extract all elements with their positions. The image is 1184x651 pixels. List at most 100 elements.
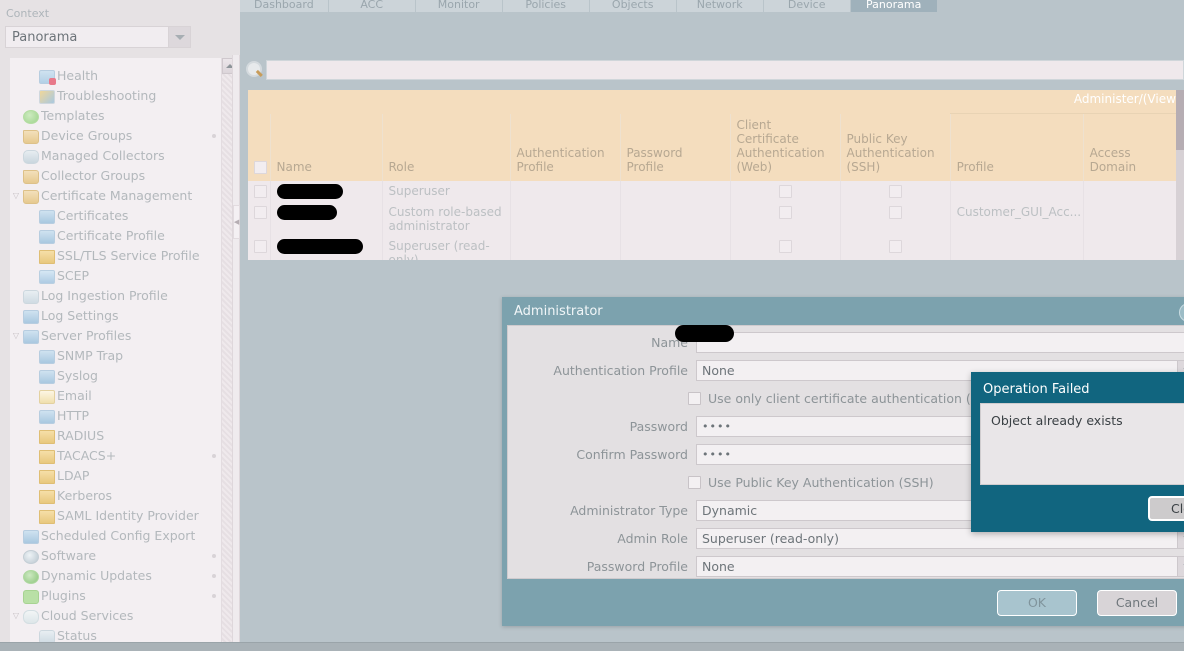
sidebar-item-certificate-profile[interactable]: Certificate Profile xyxy=(10,226,222,246)
collapse-handle-icon[interactable]: ◀ xyxy=(233,205,240,239)
sidebar-item-troubleshooting[interactable]: Troubleshooting xyxy=(10,86,222,106)
cell-access-domain xyxy=(1083,235,1184,260)
sidebar-tree: Health Troubleshooting Templates Device Gro… xyxy=(10,58,238,643)
column-header-client-certificate-authentication-web-[interactable]: Client Certificate Authentication (Web) xyxy=(730,113,841,181)
sidebar-item-saml-identity-provider[interactable]: SAML Identity Provider xyxy=(10,506,222,526)
sidebar-item-label: Log Ingestion Profile xyxy=(41,288,168,303)
tab-network[interactable]: Network xyxy=(676,0,764,12)
close-button[interactable]: Close xyxy=(1148,496,1184,521)
sidebar-item-label: TACACS+ xyxy=(57,448,117,463)
sidebar-item-software[interactable]: Software xyxy=(10,546,222,566)
select-all-checkbox[interactable] xyxy=(254,160,267,174)
chevron-down-icon[interactable] xyxy=(168,27,190,47)
sidebar-item-label: Plugins xyxy=(41,588,86,603)
public-key-auth-checkbox[interactable] xyxy=(688,475,701,489)
cell-public-key-authentication-checkbox[interactable] xyxy=(888,184,902,198)
sidebar-item-label: Email xyxy=(57,388,92,403)
twisty-icon[interactable]: ▽ xyxy=(10,186,22,206)
sidebar-item-collector-groups[interactable]: Collector Groups xyxy=(10,166,222,186)
cell-client-certificate-authentication-checkbox[interactable] xyxy=(778,239,792,253)
sidebar-item-certificate-management[interactable]: ▽ Certificate Management xyxy=(10,186,222,206)
sidebar-item-syslog[interactable]: Syslog xyxy=(10,366,222,386)
sidebar-item-http[interactable]: HTTP xyxy=(10,406,222,426)
sidebar-item-label: HTTP xyxy=(57,408,89,423)
context-dropdown[interactable]: Panorama xyxy=(5,26,191,48)
sidebar-item-scheduled-config-export[interactable]: Scheduled Config Export xyxy=(10,526,222,546)
column-header-profile[interactable]: Profile xyxy=(950,113,1084,181)
health-icon xyxy=(38,69,56,85)
ok-button[interactable]: OK xyxy=(997,590,1077,616)
sidebar-item-status[interactable]: Status xyxy=(10,626,222,643)
sidebar-item-ldap[interactable]: LDAP xyxy=(10,466,222,486)
sidebar-item-device-groups[interactable]: Device Groups xyxy=(10,126,222,146)
table-row[interactable]: Superuser xyxy=(248,180,1184,202)
cell-access-domain xyxy=(1083,201,1184,236)
cell-public-key-authentication xyxy=(840,180,951,202)
row-checkbox[interactable] xyxy=(254,184,267,198)
sidebar-item-tacacs-[interactable]: TACACS+ xyxy=(10,446,222,466)
sidebar-item-ssl-tls-service-profile[interactable]: SSL/TLS Service Profile xyxy=(10,246,222,266)
cell-public-key-authentication-checkbox[interactable] xyxy=(888,239,902,253)
tab-dashboard[interactable]: Dashboard xyxy=(240,0,329,12)
cancel-button[interactable]: Cancel xyxy=(1097,590,1177,616)
sidebar-item-label: Templates xyxy=(41,108,105,123)
sidebar-item-label: Certificates xyxy=(57,208,129,223)
column-header-name[interactable]: Name xyxy=(270,113,383,181)
sidebar-item-snmp-trap[interactable]: SNMP Trap xyxy=(10,346,222,366)
cell-client-certificate-authentication-checkbox[interactable] xyxy=(778,184,792,198)
column-header-authentication-profile[interactable]: Authentication Profile xyxy=(510,113,621,181)
tab-device[interactable]: Device xyxy=(763,0,851,12)
sidebar-item-label: Managed Collectors xyxy=(41,148,165,163)
sidebar-item-cloud-services[interactable]: ▽ Cloud Services xyxy=(10,606,222,626)
status-icon xyxy=(38,629,55,643)
password-profile-select[interactable]: None xyxy=(696,555,1184,577)
table-row[interactable]: Superuser (read-only) xyxy=(248,235,1184,260)
sidebar-item-server-profiles[interactable]: ▽ Server Profiles xyxy=(10,326,222,346)
sidebar-item-health[interactable]: Health xyxy=(10,66,222,86)
column-header-password-profile[interactable]: Password Profile xyxy=(620,113,731,181)
twisty-icon[interactable]: ▽ xyxy=(10,606,22,626)
sidebar-item-certificates[interactable]: Certificates xyxy=(10,206,222,226)
administrator-type-label: Administrator Type xyxy=(570,502,688,518)
tab-monitor[interactable]: Monitor xyxy=(415,0,503,12)
sidebar-item-scep[interactable]: SCEP xyxy=(10,266,222,286)
tab-panorama[interactable]: Panorama xyxy=(850,0,938,12)
client-cert-auth-checkbox[interactable] xyxy=(688,391,701,405)
table-scrollbar-vertical[interactable] xyxy=(1176,90,1184,260)
column-header-role[interactable]: Role xyxy=(382,113,511,181)
sidebar-item-dynamic-updates[interactable]: Dynamic Updates xyxy=(10,566,222,586)
tab-policies[interactable]: Policies xyxy=(502,0,590,12)
row-checkbox[interactable] xyxy=(254,239,267,253)
sidebar-item-plugins[interactable]: Plugins xyxy=(10,586,222,606)
sidebar-item-templates[interactable]: Templates xyxy=(10,106,222,126)
sidebar-item-kerberos[interactable]: Kerberos xyxy=(10,486,222,506)
tab-objects[interactable]: Objects xyxy=(589,0,677,12)
bottom-strip xyxy=(0,642,1184,651)
sidebar-item-email[interactable]: Email xyxy=(10,386,222,406)
sidebar-item-log-ingestion-profile[interactable]: Log Ingestion Profile xyxy=(10,286,222,306)
table-row[interactable]: Custom role-based administrator Customer_… xyxy=(248,201,1184,236)
column-header-access-domain[interactable]: Access Domain xyxy=(1083,113,1184,181)
table-scrollbar-thumb[interactable] xyxy=(1176,90,1184,150)
chevron-down-icon[interactable] xyxy=(1177,556,1184,576)
sidebar-item-radius[interactable]: RADIUS xyxy=(10,426,222,446)
help-icon[interactable]: ? xyxy=(1179,303,1184,322)
column-header-public-key-authentication-ssh-[interactable]: Public Key Authentication (SSH) xyxy=(840,113,951,181)
sidebar-item-label: SAML Identity Provider xyxy=(57,508,199,523)
public-key-auth-label: Use Public Key Authentication (SSH) xyxy=(708,474,934,490)
sidebar-item-managed-collectors[interactable]: Managed Collectors xyxy=(10,146,222,166)
search-input[interactable] xyxy=(266,60,1184,80)
tools-icon xyxy=(38,89,55,104)
field-row-password-profile: Password Profile None xyxy=(508,554,1184,578)
name-field[interactable] xyxy=(675,324,1184,353)
pane-divider[interactable]: ◀ xyxy=(232,55,240,651)
cell-client-certificate-authentication-checkbox[interactable] xyxy=(778,205,792,219)
tab-acc[interactable]: ACC xyxy=(328,0,416,12)
twisty-icon[interactable]: ▽ xyxy=(10,326,22,346)
cell-public-key-authentication-checkbox[interactable] xyxy=(888,205,902,219)
field-row-name: Name xyxy=(508,324,1184,354)
search-icon[interactable] xyxy=(244,59,266,81)
sidebar-item-log-settings[interactable]: Log Settings xyxy=(10,306,222,326)
password-profile-value: None xyxy=(702,558,735,574)
row-checkbox[interactable] xyxy=(254,205,267,219)
